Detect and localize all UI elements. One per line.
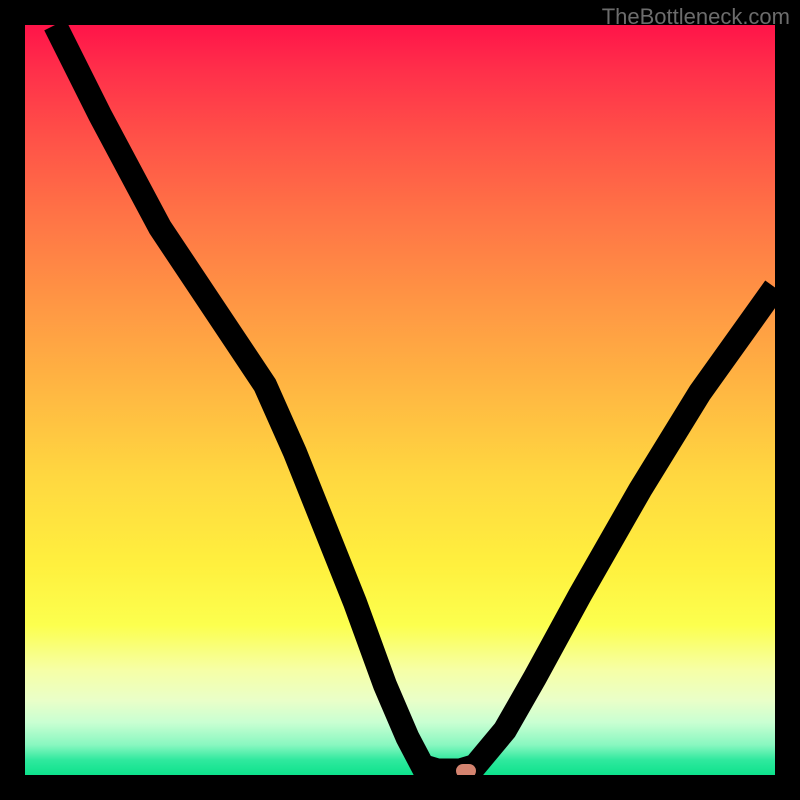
bottleneck-curve (55, 25, 775, 771)
curve-svg (25, 25, 775, 775)
watermark-text: TheBottleneck.com (602, 4, 790, 30)
optimal-point-marker (456, 764, 476, 776)
plot-area (25, 25, 775, 775)
chart-container: TheBottleneck.com (0, 0, 800, 800)
